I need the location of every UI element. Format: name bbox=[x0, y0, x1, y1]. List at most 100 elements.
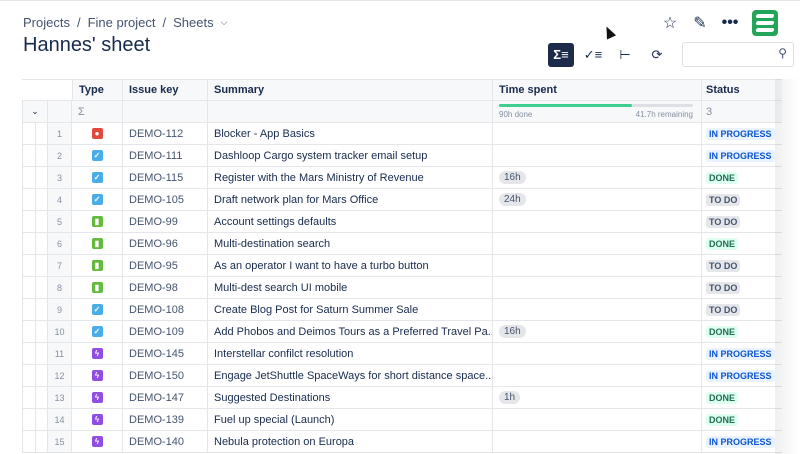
status-cell[interactable]: TO DO bbox=[702, 299, 776, 320]
issue-key[interactable]: DEMO-115 bbox=[123, 167, 208, 188]
table-row[interactable]: 8 ▮ DEMO-98 Multi-dest search UI mobile … bbox=[22, 277, 782, 299]
status-cell[interactable]: TO DO bbox=[702, 211, 776, 232]
time-spent-cell[interactable] bbox=[493, 123, 702, 144]
more-icon[interactable]: ••• bbox=[722, 14, 739, 31]
summary-cell[interactable]: Draft network plan for Mars Office bbox=[208, 189, 493, 210]
status-cell[interactable]: TO DO bbox=[702, 277, 776, 298]
summary-cell[interactable]: Account settings defaults bbox=[208, 211, 493, 232]
issue-key[interactable]: DEMO-111 bbox=[123, 145, 208, 166]
search-input[interactable] bbox=[683, 43, 771, 66]
table-row[interactable]: 5 ▮ DEMO-99 Account settings defaults TO… bbox=[22, 211, 782, 233]
issue-key[interactable]: DEMO-112 bbox=[123, 123, 208, 144]
time-spent-cell[interactable] bbox=[493, 277, 702, 298]
status-cell[interactable]: DONE bbox=[702, 321, 776, 342]
status-cell[interactable]: DONE bbox=[702, 387, 776, 408]
status-cell[interactable]: TO DO bbox=[702, 255, 776, 276]
status-cell[interactable]: DONE bbox=[702, 233, 776, 254]
issue-key[interactable]: DEMO-150 bbox=[123, 365, 208, 386]
time-spent-cell[interactable]: 16h bbox=[493, 167, 702, 188]
time-spent-cell[interactable] bbox=[493, 145, 702, 166]
table-row[interactable]: 9 ✓ DEMO-108 Create Blog Post for Saturn… bbox=[22, 299, 782, 321]
table-row[interactable]: 13 ϟ DEMO-147 Suggested Destinations 1h … bbox=[22, 387, 782, 409]
summary-cell[interactable]: Create Blog Post for Saturn Summer Sale bbox=[208, 299, 493, 320]
breadcrumb-sheets[interactable]: Sheets bbox=[173, 15, 213, 30]
summary-cell[interactable]: As an operator I want to have a turbo bu… bbox=[208, 255, 493, 276]
time-spent-cell[interactable] bbox=[493, 409, 702, 430]
issue-key[interactable]: DEMO-95 bbox=[123, 255, 208, 276]
table-row[interactable]: 6 ▮ DEMO-96 Multi-destination search DON… bbox=[22, 233, 782, 255]
table-row[interactable]: 7 ▮ DEMO-95 As an operator I want to hav… bbox=[22, 255, 782, 277]
chevron-down-icon[interactable]: ⌵ bbox=[221, 17, 228, 28]
status-cell[interactable]: IN PROGRESS bbox=[702, 123, 776, 144]
table-row[interactable]: 12 ϟ DEMO-150 Engage JetShuttle SpaceWay… bbox=[22, 365, 782, 387]
summary-cell[interactable]: Dashloop Cargo system tracker email setu… bbox=[208, 145, 493, 166]
summary-cell[interactable]: Suggested Destinations bbox=[208, 387, 493, 408]
time-spent-cell[interactable] bbox=[493, 365, 702, 386]
table-row[interactable]: 3 ✓ DEMO-115 Register with the Mars Mini… bbox=[22, 167, 782, 189]
time-spent-cell[interactable] bbox=[493, 299, 702, 320]
table-row[interactable]: 11 ϟ DEMO-145 Interstellar confilct reso… bbox=[22, 343, 782, 365]
time-spent-cell[interactable] bbox=[493, 343, 702, 364]
summary-cell[interactable]: Fuel up special (Launch) bbox=[208, 409, 493, 430]
time-spent-cell[interactable] bbox=[493, 431, 702, 452]
search-field[interactable]: ⚲ bbox=[682, 42, 794, 67]
issue-key[interactable]: DEMO-140 bbox=[123, 431, 208, 452]
star-icon[interactable]: ☆ bbox=[662, 15, 678, 32]
issue-key[interactable]: DEMO-139 bbox=[123, 409, 208, 430]
time-spent-cell[interactable]: 1h bbox=[493, 387, 702, 408]
table-row[interactable]: 14 ϟ DEMO-139 Fuel up special (Launch) D… bbox=[22, 409, 782, 431]
issue-key[interactable]: DEMO-96 bbox=[123, 233, 208, 254]
column-header-type[interactable]: Type bbox=[72, 80, 123, 100]
issue-key[interactable]: DEMO-108 bbox=[123, 299, 208, 320]
table-row[interactable]: 1 ● DEMO-112 Blocker - App Basics IN PRO… bbox=[22, 123, 782, 145]
search-icon[interactable]: ⚲ bbox=[778, 46, 787, 60]
row-number: 13 bbox=[48, 387, 72, 408]
summary-cell[interactable]: Interstellar confilct resolution bbox=[208, 343, 493, 364]
status-cell[interactable]: IN PROGRESS bbox=[702, 431, 776, 452]
status-cell[interactable]: IN PROGRESS bbox=[702, 365, 776, 386]
summary-cell[interactable]: Blocker - App Basics bbox=[208, 123, 493, 144]
status-cell[interactable]: TO DO bbox=[702, 189, 776, 210]
pencil-icon[interactable]: ✎ bbox=[692, 15, 708, 32]
collapse-chevron-icon[interactable]: ⌄ bbox=[22, 101, 48, 122]
breadcrumb-projects[interactable]: Projects bbox=[23, 15, 70, 30]
sum-view-button[interactable]: Σ≡ bbox=[548, 42, 574, 67]
summary-cell[interactable]: Multi-destination search bbox=[208, 233, 493, 254]
issue-key[interactable]: DEMO-145 bbox=[123, 343, 208, 364]
issue-key[interactable]: DEMO-109 bbox=[123, 321, 208, 342]
column-header-summary[interactable]: Summary bbox=[208, 80, 493, 100]
time-spent-cell[interactable] bbox=[493, 233, 702, 254]
issue-key[interactable]: DEMO-105 bbox=[123, 189, 208, 210]
column-header-issue-key[interactable]: Issue key bbox=[123, 80, 208, 100]
time-spent-cell[interactable] bbox=[493, 211, 702, 232]
epic-icon: ϟ bbox=[91, 370, 103, 381]
summary-cell[interactable]: Engage JetShuttle SpaceWays for short di… bbox=[208, 365, 493, 386]
status-cell[interactable]: DONE bbox=[702, 167, 776, 188]
time-spent-cell[interactable] bbox=[493, 255, 702, 276]
time-spent-cell[interactable]: 16h bbox=[493, 321, 702, 342]
column-header-status[interactable]: Status bbox=[702, 80, 776, 100]
issue-key[interactable]: DEMO-147 bbox=[123, 387, 208, 408]
issue-key[interactable]: DEMO-99 bbox=[123, 211, 208, 232]
time-remaining: 41.7h remaining bbox=[635, 110, 693, 119]
table-row[interactable]: 2 ✓ DEMO-111 Dashloop Cargo system track… bbox=[22, 145, 782, 167]
table-row[interactable]: 15 ϟ DEMO-140 Nebula protection on Europ… bbox=[22, 431, 782, 453]
sigma-icon: Σ bbox=[72, 101, 123, 122]
table-row[interactable]: 4 ✓ DEMO-105 Draft network plan for Mars… bbox=[22, 189, 782, 211]
hierarchy-button[interactable]: ⊢ bbox=[612, 43, 638, 67]
checklist-button[interactable]: ✓≡ bbox=[580, 43, 606, 67]
summary-cell[interactable]: Nebula protection on Europa bbox=[208, 431, 493, 452]
status-cell[interactable]: IN PROGRESS bbox=[702, 343, 776, 364]
summary-cell[interactable]: Multi-dest search UI mobile bbox=[208, 277, 493, 298]
status-cell[interactable]: IN PROGRESS bbox=[702, 145, 776, 166]
time-spent-cell[interactable]: 24h bbox=[493, 189, 702, 210]
status-cell[interactable]: DONE bbox=[702, 409, 776, 430]
table-row[interactable]: 10 ✓ DEMO-109 Add Phobos and Deimos Tour… bbox=[22, 321, 782, 343]
column-header-time-spent[interactable]: Time spent bbox=[493, 80, 702, 100]
issue-key[interactable]: DEMO-98 bbox=[123, 277, 208, 298]
summary-cell[interactable]: Add Phobos and Deimos Tours as a Preferr… bbox=[208, 321, 493, 342]
summary-cell[interactable]: Register with the Mars Ministry of Reven… bbox=[208, 167, 493, 188]
epic-icon: ϟ bbox=[91, 392, 103, 403]
breadcrumb-project[interactable]: Fine project bbox=[88, 15, 156, 30]
refresh-button[interactable]: ⟳ bbox=[644, 43, 670, 67]
